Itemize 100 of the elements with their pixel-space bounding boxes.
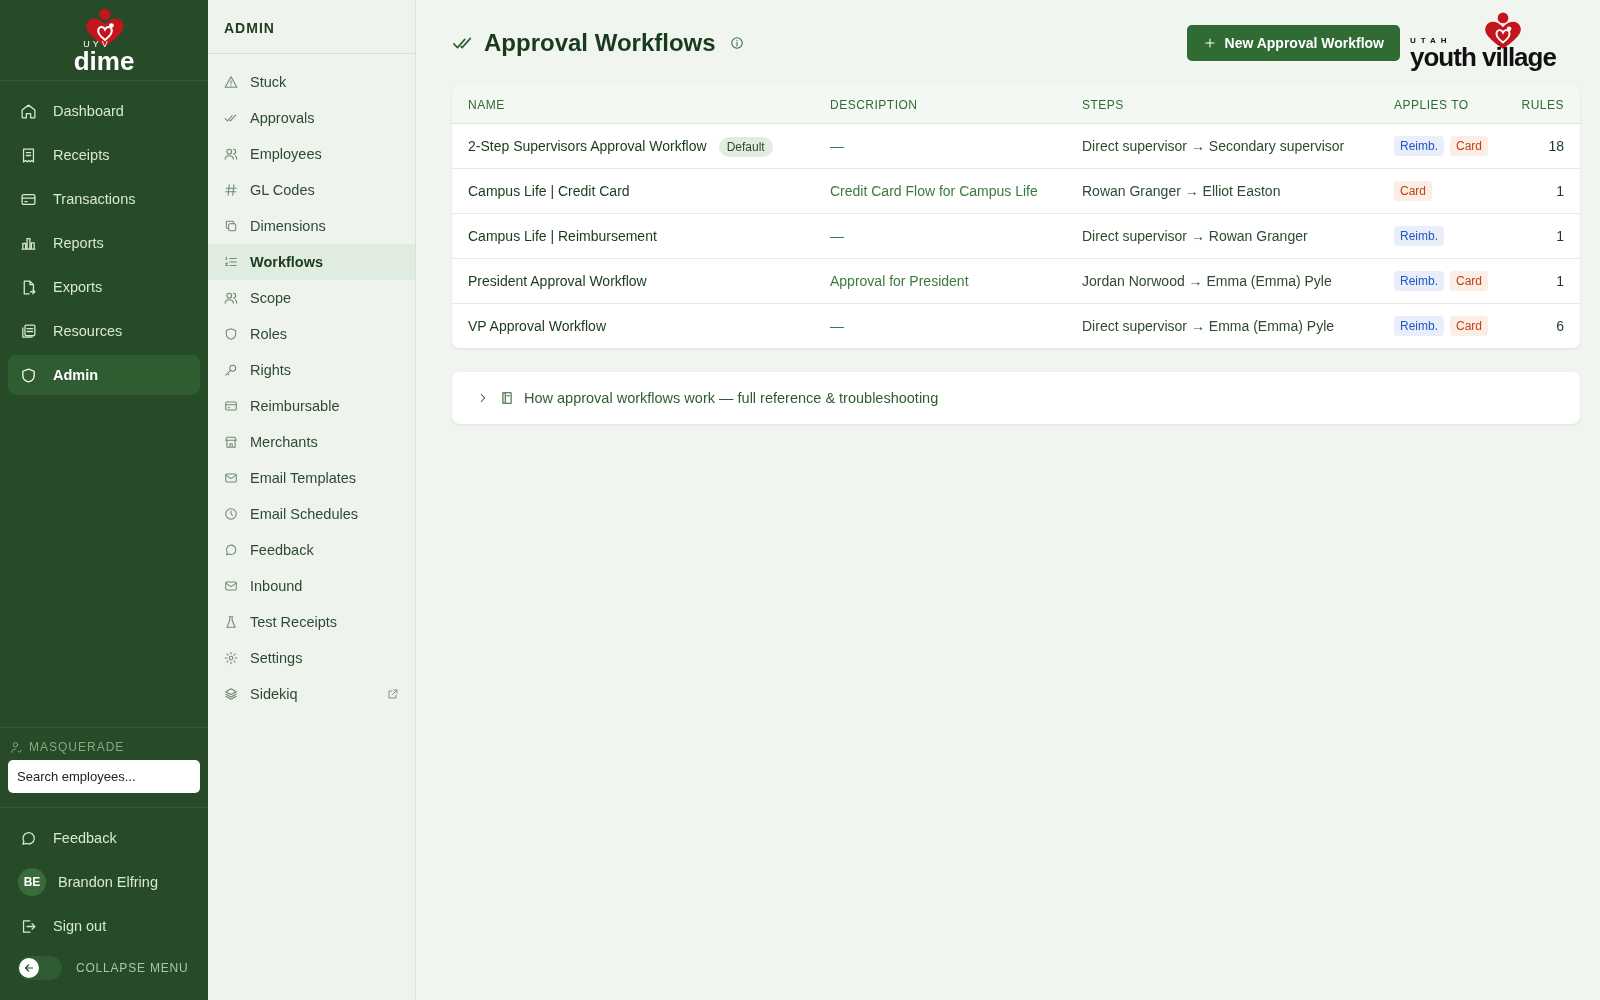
collapse-label: COLLAPSE MENU [76,961,189,975]
numbered-list-icon [224,255,238,269]
menu-item[interactable]: Roles [208,316,415,352]
type-tag: Card [1450,271,1489,291]
section-heading: ADMIN [208,0,415,54]
table-cell: Approval for President [814,258,1066,304]
reference-expander[interactable]: How approval workflows work — full reference & troubleshooting [452,372,1580,424]
menu-item[interactable]: Stuck [208,64,415,100]
nav-item[interactable]: Receipts [8,135,200,175]
dime-logo: UYV dime [69,7,139,73]
sign-out-icon [20,917,37,935]
sign-out-link[interactable]: Sign out [8,906,200,946]
chat-bubble-icon [20,829,37,847]
double-check-icon [224,111,238,125]
menu-item[interactable]: Rights [208,352,415,388]
menu-item[interactable]: Dimensions [208,208,415,244]
mail-icon [224,579,238,593]
mail-icon [224,471,238,485]
arrow-left-icon [23,962,35,974]
chat-bubble-icon [224,543,238,557]
plus-icon [1202,36,1217,50]
collapse-toggle[interactable] [18,956,62,980]
menu-item[interactable]: Test Receipts [208,604,415,640]
menu-item[interactable]: Sidekiq [208,676,415,712]
warning-icon [224,75,238,89]
feedback-link[interactable]: Feedback [8,818,200,858]
type-tag: Reimb. [1394,136,1444,156]
column-header: RULES [1504,86,1580,124]
table-cell: 2-Step Supervisors Approval Workflow [468,138,707,154]
nav-item[interactable]: Dashboard [8,91,200,131]
home-icon [20,102,37,120]
default-badge: Default [718,137,773,157]
users-icon [224,147,238,161]
table-cell: Campus Life | Reimbursement [468,228,657,244]
table-cell: 1 [1504,213,1580,259]
type-tag: Reimb. [1394,316,1444,336]
menu-item[interactable]: Approvals [208,100,415,136]
menu-item[interactable]: Employees [208,136,415,172]
flask-icon [224,615,238,629]
type-tag: Reimb. [1394,271,1444,291]
users-icon [224,291,238,305]
store-icon [224,435,238,449]
book-icon [500,391,514,405]
section-label: MASQUERADE [29,740,125,754]
menu-item[interactable]: Scope [208,280,415,316]
user-name[interactable]: Brandon Elfring [58,874,158,890]
table-cell: — [814,303,1066,348]
key-icon [224,363,238,377]
menu-item[interactable]: Reimbursable [208,388,415,424]
shield-icon [224,327,238,341]
column-header: DESCRIPTION [814,86,1066,124]
shield-icon [20,366,37,384]
column-header: STEPS [1066,86,1378,124]
menu-item[interactable]: Email Templates [208,460,415,496]
menu-item[interactable]: Feedback [208,532,415,568]
nav-item[interactable]: Resources [8,311,200,351]
table-cell: Campus Life | Credit Card [468,183,630,199]
receipt-icon [20,146,37,164]
table-cell: Credit Card Flow for Campus Life [814,168,1066,214]
menu-item[interactable]: Inbound [208,568,415,604]
documents-icon [20,322,37,340]
layers-icon [224,687,238,701]
table-cell: 18 [1504,123,1580,169]
table-cell: President Approval Workflow [468,273,647,289]
type-tag: Card [1450,316,1489,336]
table-cell: — [814,213,1066,259]
table-cell: 1 [1504,258,1580,304]
table-cell: Jordan Norwood → Emma (Emma) Pyle [1066,258,1378,304]
menu-item[interactable]: Settings [208,640,415,676]
new-workflow-button[interactable]: New Approval Workflow [1186,25,1400,61]
column-header: APPLIES TO [1378,86,1505,124]
clock-icon [224,507,238,521]
table-cell: 6 [1504,303,1580,348]
nav-item[interactable]: Admin [8,355,200,395]
type-tag: Reimb. [1394,226,1444,246]
avatar: BE [18,868,46,896]
nav-item[interactable]: Transactions [8,179,200,219]
table-cell: — [814,123,1066,169]
search-field[interactable]: Search employees... [8,760,200,793]
table-cell: VP Approval Workflow [468,318,606,334]
menu-item[interactable]: GL Codes [208,172,415,208]
user-check-icon [10,740,23,754]
menu-item[interactable]: Workflows [208,244,415,280]
type-tag: Card [1394,181,1432,201]
youth-village-logo: UTAH youth village [1410,7,1580,79]
menu-item[interactable]: Merchants [208,424,415,460]
settings-icon [224,651,238,665]
table-cell: 1 [1504,168,1580,214]
nav-item[interactable]: Exports [8,267,200,307]
menu-item[interactable]: Email Schedules [208,496,415,532]
table-cell: Direct supervisor → Secondary supervisor [1066,123,1378,169]
table-cell: Direct supervisor → Emma (Emma) Pyle [1066,303,1378,348]
table-cell: Rowan Granger → Elliot Easton [1066,168,1378,214]
info-icon [729,36,744,50]
column-header: NAME [452,86,814,124]
nav-item[interactable]: Reports [8,223,200,263]
type-tag: Card [1450,136,1489,156]
card-icon [224,399,238,413]
hash-icon [224,183,238,197]
copy-icon [224,219,238,233]
